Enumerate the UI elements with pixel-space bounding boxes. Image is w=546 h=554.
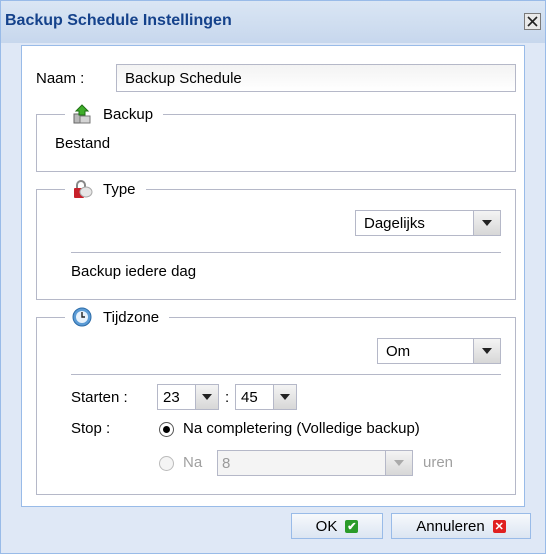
type-legend-label: Type: [103, 180, 136, 198]
stop-after-complete-label[interactable]: Na completering (Volledige backup): [183, 420, 420, 437]
time-mode-select[interactable]: Om: [377, 338, 501, 364]
backup-legend: Backup: [65, 103, 164, 125]
start-minute-select[interactable]: 45: [235, 384, 297, 410]
ok-button-label: OK: [315, 517, 338, 535]
type-legend: Type: [65, 178, 146, 200]
schedule-description: Backup iedere dag: [71, 263, 197, 280]
time-mode-dropdown-trigger[interactable]: [473, 339, 500, 363]
stop-hours-select[interactable]: 8: [217, 450, 413, 476]
backup-upload-icon: [73, 104, 91, 124]
start-hour-select[interactable]: 23: [157, 384, 219, 410]
backup-group: Backup Bestand: [36, 103, 516, 172]
type-divider: [71, 252, 501, 253]
title-bar[interactable]: Backup Schedule Instellingen: [1, 1, 545, 43]
chevron-down-icon: [280, 394, 290, 400]
backup-type-value: Bestand: [55, 135, 111, 152]
start-hour-value: 23: [163, 389, 180, 406]
start-hour-dropdown-trigger[interactable]: [195, 385, 218, 409]
chevron-down-icon: [482, 220, 492, 226]
close-button[interactable]: [524, 13, 541, 30]
start-minute-dropdown-trigger[interactable]: [273, 385, 296, 409]
close-icon: [527, 16, 538, 27]
timezone-legend-label: Tijdzone: [103, 308, 160, 326]
type-group: Type Dagelijks Backup iedere dag: [36, 178, 516, 300]
stop-hours-unit: uren: [423, 454, 454, 471]
name-input[interactable]: [116, 64, 516, 92]
ok-button[interactable]: OK ✔: [291, 513, 383, 539]
cancel-button-label: Annuleren: [416, 517, 485, 535]
chevron-down-icon: [202, 394, 212, 400]
start-label: Starten :: [71, 389, 128, 406]
stop-hours-dropdown-trigger[interactable]: [385, 451, 412, 475]
name-row: Naam :: [36, 64, 516, 92]
timezone-legend: Tijdzone: [65, 306, 170, 328]
form-panel: Naam : Backup Bestand: [21, 45, 525, 507]
dialog-title: Backup Schedule Instellingen: [5, 12, 232, 29]
start-minute-value: 45: [241, 389, 258, 406]
chevron-down-icon: [482, 348, 492, 354]
time-mode-value: Om: [386, 343, 411, 360]
stop-after-hours-label[interactable]: Na: [183, 454, 202, 471]
timezone-group: Tijdzone Om Starten : 23 : 45 Stop: Na …: [36, 306, 516, 495]
timezone-divider: [71, 374, 501, 375]
backup-legend-label: Backup: [103, 105, 154, 123]
stop-after-complete-radio[interactable]: [159, 422, 174, 437]
checkmark-icon: ✔: [345, 519, 359, 533]
clock-icon: [72, 307, 92, 327]
lock-icon: [74, 180, 93, 198]
schedule-type-dropdown-trigger[interactable]: [473, 211, 500, 235]
stop-label: Stop :: [71, 420, 111, 437]
schedule-type-select[interactable]: Dagelijks: [355, 210, 501, 236]
time-separator: :: [225, 389, 230, 406]
stop-hours-value: 8: [222, 455, 231, 472]
schedule-type-value: Dagelijks: [364, 215, 425, 232]
close-icon: ✕: [492, 519, 506, 533]
cancel-button[interactable]: Annuleren ✕: [391, 513, 531, 539]
stop-after-hours-radio[interactable]: [159, 456, 174, 471]
backup-schedule-dialog: Backup Schedule Instellingen Naam : Back…: [0, 0, 546, 554]
chevron-down-icon: [394, 460, 404, 466]
name-label: Naam :: [36, 70, 85, 87]
